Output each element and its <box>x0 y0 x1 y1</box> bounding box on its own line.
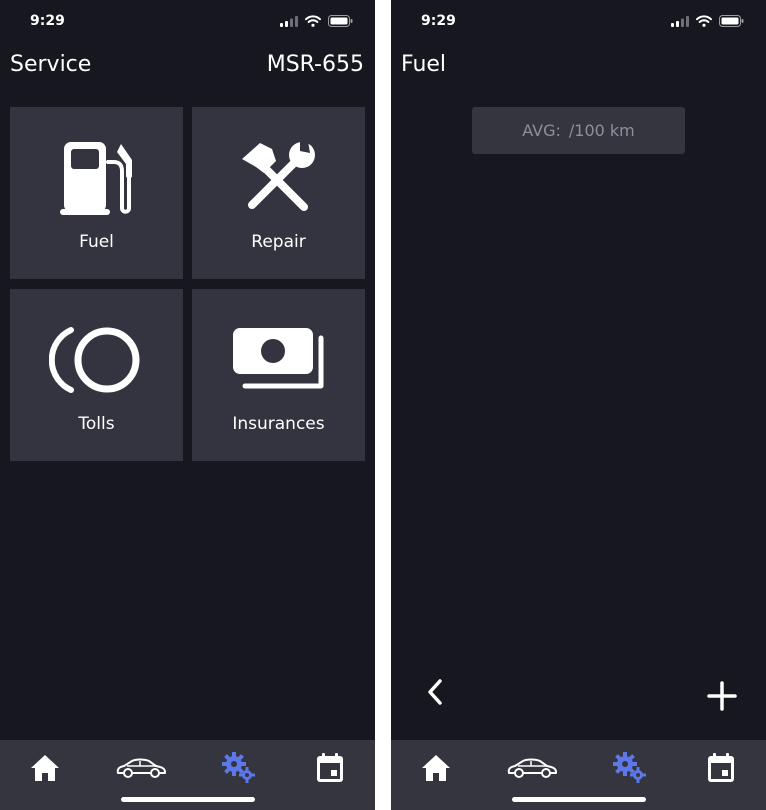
home-indicator <box>121 797 255 802</box>
fuel-pump-icon <box>10 135 183 221</box>
home-icon <box>422 755 450 781</box>
toll-coins-icon <box>10 317 183 403</box>
home-indicator <box>512 797 646 802</box>
tile-label: Fuel <box>79 232 114 252</box>
avg-unit: /100 km <box>568 121 635 140</box>
avg-label: AVG: <box>522 121 561 140</box>
wifi-icon <box>305 15 321 27</box>
tab-service[interactable] <box>602 750 658 786</box>
calendar-icon <box>708 753 734 782</box>
tile-tolls[interactable]: Tolls <box>10 289 183 461</box>
tab-home[interactable] <box>17 750 73 786</box>
calendar-icon <box>317 753 343 782</box>
status-time: 9:29 <box>421 13 456 29</box>
chevron-left-icon <box>428 679 442 705</box>
add-button[interactable] <box>702 676 742 716</box>
tab-service[interactable] <box>211 750 267 786</box>
tile-fuel[interactable]: Fuel <box>10 107 183 279</box>
tab-calendar[interactable] <box>693 750 749 786</box>
tab-calendar[interactable] <box>302 750 358 786</box>
page-title: Service <box>10 52 92 77</box>
car-icon <box>116 758 166 778</box>
tab-bar <box>391 740 766 810</box>
battery-icon <box>719 15 744 27</box>
tab-vehicle[interactable] <box>504 750 560 786</box>
cellular-signal-icon <box>280 15 298 27</box>
service-screen: 9:29 Service MSR-655 Fuel Repair Tolls I… <box>0 0 375 810</box>
tile-repair[interactable]: Repair <box>192 107 365 279</box>
average-consumption-box: AVG: /100 km <box>472 107 685 154</box>
status-bar: 9:29 <box>0 0 375 44</box>
wifi-icon <box>696 15 712 27</box>
status-icons <box>280 15 353 27</box>
banknotes-icon <box>192 317 365 403</box>
gears-icon <box>222 752 255 783</box>
status-bar: 9:29 <box>391 0 766 44</box>
page-title: Fuel <box>401 52 447 77</box>
car-icon <box>507 758 557 778</box>
tab-vehicle[interactable] <box>113 750 169 786</box>
tile-insurances[interactable]: Insurances <box>192 289 365 461</box>
wrench-hammer-icon <box>192 135 365 221</box>
back-button[interactable] <box>415 672 455 712</box>
license-plate: MSR-655 <box>266 52 364 77</box>
cellular-signal-icon <box>671 15 689 27</box>
battery-icon <box>328 15 353 27</box>
tile-label: Insurances <box>232 414 325 434</box>
tab-home[interactable] <box>408 750 464 786</box>
page-header: Fuel <box>391 52 766 84</box>
gears-icon <box>613 752 646 783</box>
plus-icon <box>707 681 737 711</box>
fuel-screen: 9:29 Fuel AVG: /100 km <box>391 0 766 810</box>
status-time: 9:29 <box>30 13 65 29</box>
tile-label: Repair <box>251 232 306 252</box>
home-icon <box>31 755 59 781</box>
status-icons <box>671 15 744 27</box>
page-header: Service MSR-655 <box>0 52 375 84</box>
tab-bar <box>0 740 375 810</box>
tile-label: Tolls <box>78 414 115 434</box>
